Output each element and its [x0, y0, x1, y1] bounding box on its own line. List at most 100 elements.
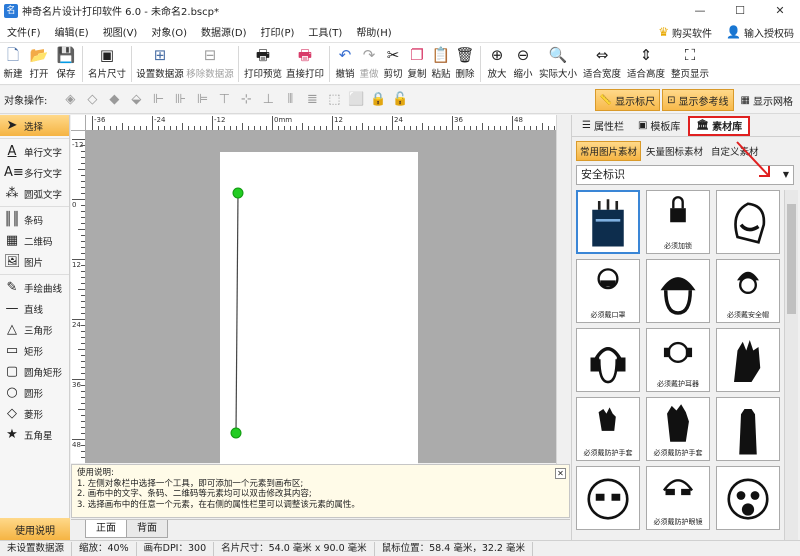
menu-datasource[interactable]: 数据源(D): [194, 24, 254, 39]
tool-triangle[interactable]: △ 三角形: [0, 319, 69, 340]
undo-button[interactable]: ↶ 撤销: [333, 43, 357, 85]
fit-width-button[interactable]: ⇔ 适合宽度: [580, 43, 624, 85]
material-item[interactable]: [716, 397, 780, 461]
tool-star[interactable]: ★ 五角星: [0, 424, 69, 445]
material-item[interactable]: 必须戴防护眼镜: [646, 466, 710, 530]
menu-object[interactable]: 对象(O): [144, 24, 194, 39]
cut-button[interactable]: ✂ 剪切: [381, 43, 405, 85]
subtab-common-images[interactable]: 常用图片素材: [576, 140, 642, 161]
tab-properties[interactable]: ☰ 属性栏: [576, 116, 630, 136]
send-backward-icon[interactable]: ◆: [103, 90, 125, 110]
line-element[interactable]: [220, 152, 418, 472]
tool-select[interactable]: ➤ 选择: [0, 115, 69, 136]
bring-forward-icon[interactable]: ◇: [81, 90, 103, 110]
line-end-handle[interactable]: [230, 427, 242, 439]
fit-height-button[interactable]: ⇕ 适合高度: [624, 43, 668, 85]
help-button[interactable]: 使用说明: [0, 518, 70, 540]
show-ruler-toggle[interactable]: 📏 显示标尺: [594, 89, 661, 111]
print-preview-button[interactable]: 🖶 打印预览: [242, 43, 284, 85]
design-canvas[interactable]: [86, 131, 556, 472]
zoom-in-button[interactable]: ⊕ 放大: [484, 43, 510, 85]
auth-code-button[interactable]: 👤 输入授权码: [726, 25, 794, 40]
tool-multi-text[interactable]: A≡ 多行文字: [0, 162, 69, 183]
zoom-out-button[interactable]: ⊖ 缩小: [510, 43, 536, 85]
subtab-vector-icons[interactable]: 矢量图标素材: [643, 142, 706, 160]
menu-help[interactable]: 帮助(H): [349, 24, 398, 39]
tool-arc-text[interactable]: ⁂ 圆弧文字: [0, 183, 69, 204]
direct-print-button[interactable]: 🖶 直接打印: [284, 43, 326, 85]
material-item[interactable]: [646, 259, 710, 323]
tool-image[interactable]: 🖼 图片: [0, 251, 69, 272]
tab-back[interactable]: 背面: [126, 520, 168, 538]
menu-tools[interactable]: 工具(T): [301, 24, 349, 39]
tool-circle[interactable]: ○ 圆形: [0, 382, 69, 403]
tool-line[interactable]: — 直线: [0, 298, 69, 319]
delete-button[interactable]: 🗑 删除: [453, 43, 477, 85]
material-item[interactable]: [576, 328, 640, 392]
unlock-icon[interactable]: 🔓: [389, 90, 411, 110]
align-top-icon[interactable]: ⊤: [213, 90, 235, 110]
group-icon[interactable]: ⬚: [323, 90, 345, 110]
canvas-vertical-scrollbar[interactable]: [556, 115, 570, 518]
menu-edit[interactable]: 编辑(E): [48, 24, 96, 39]
card-size-button[interactable]: ▣ 名片尺寸: [86, 43, 128, 85]
align-middle-icon[interactable]: ⊹: [235, 90, 257, 110]
material-item[interactable]: [716, 328, 780, 392]
fit-page-button[interactable]: ⛶ 整页显示: [668, 43, 712, 85]
material-item[interactable]: 必须戴防护手套: [646, 397, 710, 461]
paste-button[interactable]: 📋 粘贴: [429, 43, 453, 85]
tab-front[interactable]: 正面: [85, 520, 127, 538]
horizontal-ruler[interactable]: -36 -24 -12 0mm 12 24 36 48: [86, 115, 556, 131]
tool-barcode[interactable]: ║║ 条码: [0, 209, 69, 230]
material-item[interactable]: [716, 190, 780, 254]
save-button[interactable]: 💾 保存: [53, 43, 79, 85]
copy-button[interactable]: ❐ 复制: [405, 43, 429, 85]
tool-diamond[interactable]: ◇ 菱形: [0, 403, 69, 424]
material-item[interactable]: 必须戴护耳器: [646, 328, 710, 392]
align-right-icon[interactable]: ⊫: [191, 90, 213, 110]
vertical-ruler[interactable]: -12 0 12 24 36 48: [71, 131, 86, 463]
line-start-handle[interactable]: [232, 187, 244, 199]
remove-datasource-button[interactable]: ⊟ 移除数据源: [185, 43, 235, 85]
distribute-v-icon[interactable]: ≣: [301, 90, 323, 110]
menu-view[interactable]: 视图(V): [96, 24, 145, 39]
show-guides-toggle[interactable]: ⊡ 显示参考线: [662, 89, 734, 111]
minimize-button[interactable]: —: [680, 0, 720, 21]
show-grid-toggle[interactable]: ▦ 显示网格: [736, 89, 798, 111]
help-close-icon[interactable]: ✕: [555, 468, 566, 479]
distribute-h-icon[interactable]: ⫴: [279, 90, 301, 110]
open-button[interactable]: 📂 打开: [25, 43, 53, 85]
tool-rounded-rect[interactable]: ▢ 圆角矩形: [0, 361, 69, 382]
buy-software-button[interactable]: ♛ 购买软件: [658, 25, 712, 40]
tool-rectangle[interactable]: ▭ 矩形: [0, 340, 69, 361]
close-button[interactable]: ✕: [760, 0, 800, 21]
maximize-button[interactable]: ☐: [720, 0, 760, 21]
set-datasource-button[interactable]: ⊞ 设置数据源: [135, 43, 185, 85]
bring-front-icon[interactable]: ◈: [59, 90, 81, 110]
material-item[interactable]: [576, 190, 640, 254]
send-back-icon[interactable]: ⬙: [125, 90, 147, 110]
tab-templates[interactable]: ▣ 模板库: [632, 116, 686, 136]
align-center-icon[interactable]: ⊪: [169, 90, 191, 110]
align-left-icon[interactable]: ⊩: [147, 90, 169, 110]
material-item[interactable]: 必须戴口罩: [576, 259, 640, 323]
align-bottom-icon[interactable]: ⊥: [257, 90, 279, 110]
tool-single-text[interactable]: A 单行文字: [0, 141, 69, 162]
tool-qrcode[interactable]: ▦ 二维码: [0, 230, 69, 251]
redo-button[interactable]: ↷ 重做: [357, 43, 381, 85]
material-item[interactable]: 必须戴安全帽: [716, 259, 780, 323]
business-card-page[interactable]: [220, 152, 418, 472]
new-button[interactable]: 🗋 新建: [1, 43, 25, 85]
material-item[interactable]: 必须戴防护手套: [576, 397, 640, 461]
tab-materials[interactable]: 🏛 素材库: [688, 115, 751, 136]
material-item[interactable]: [576, 466, 640, 530]
menu-file[interactable]: 文件(F): [0, 24, 48, 39]
material-item[interactable]: 必须加锁: [646, 190, 710, 254]
tool-freehand[interactable]: ✎ 手绘曲线: [0, 277, 69, 298]
material-scrollbar[interactable]: [784, 190, 798, 540]
menu-print[interactable]: 打印(P): [254, 24, 302, 39]
ungroup-icon[interactable]: ⬜: [345, 90, 367, 110]
material-item[interactable]: [716, 466, 780, 530]
lock-icon[interactable]: 🔒: [367, 90, 389, 110]
actual-size-button[interactable]: 🔍 实际大小: [536, 43, 580, 85]
